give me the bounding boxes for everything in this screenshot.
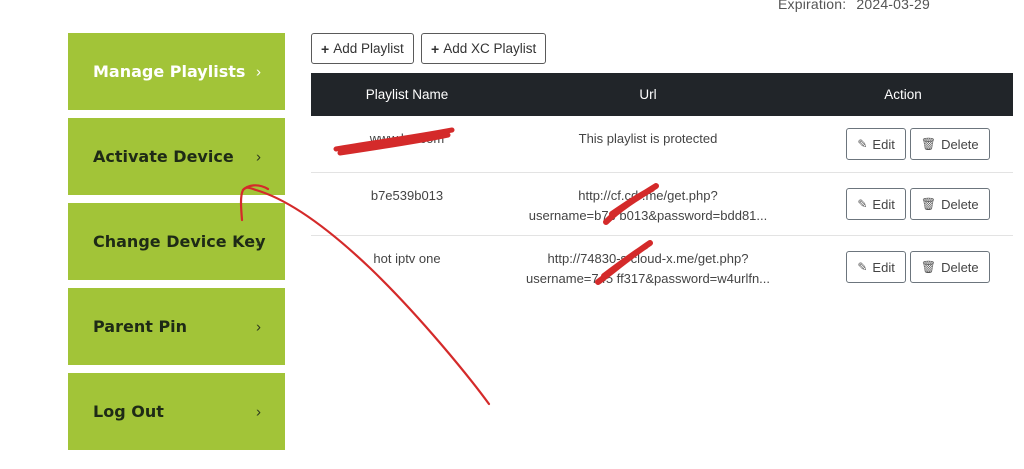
chevron-right-icon: › xyxy=(256,148,261,165)
expiration-label: Expiration: xyxy=(778,0,847,12)
playlist-url: http://cf.cd .me/get.php? username=b7e b… xyxy=(503,173,793,235)
sidebar-item-change-device-key[interactable]: Change Device Key › xyxy=(68,203,285,280)
playlist-url: This playlist is protected xyxy=(503,116,793,172)
playlist-name: hot iptv one xyxy=(373,251,441,266)
expiration-info: Expiration: 2024-03-29 xyxy=(778,0,930,12)
edit-icon: ✎ xyxy=(857,137,868,151)
edit-icon: ✎ xyxy=(857,197,868,211)
delete-button[interactable]: 🗑 Delete xyxy=(909,128,990,160)
sidebar-item-label: Parent Pin xyxy=(93,317,188,336)
playlist-name: www.br .com xyxy=(369,131,445,146)
add-xc-playlist-button[interactable]: + Add XC Playlist xyxy=(421,33,547,64)
delete-button[interactable]: 🗑 Delete xyxy=(909,251,990,283)
sidebar-item-parent-pin[interactable]: Parent Pin › xyxy=(68,288,285,365)
column-header-url: Url xyxy=(639,87,657,102)
expiration-value: 2024-03-29 xyxy=(856,0,930,12)
table-row: hot iptv one http://74830-s cloud-x.me/g… xyxy=(311,236,1013,298)
playlist-table: Playlist Name Url Action www.br .com Thi… xyxy=(311,73,1013,298)
edit-label: Edit xyxy=(872,196,895,212)
edit-button[interactable]: ✎ Edit xyxy=(846,128,906,160)
trash-icon: 🗑 xyxy=(920,260,937,274)
plus-icon: + xyxy=(321,40,330,57)
row-actions: ✎ Edit 🗑 Delete xyxy=(793,236,1013,298)
delete-label: Delete xyxy=(941,136,979,152)
sidebar-item-label: Manage Playlists xyxy=(93,62,246,81)
edit-button[interactable]: ✎ Edit xyxy=(846,188,906,220)
playlist-url: http://74830-s cloud-x.me/get.php? usern… xyxy=(503,236,793,298)
sidebar-item-label: Activate Device xyxy=(93,147,234,166)
url-line-1: This playlist is protected xyxy=(578,131,718,146)
url-line-2: username=b7e b013&password=bdd81... xyxy=(528,208,768,223)
add-playlist-label: Add Playlist xyxy=(333,41,404,56)
sidebar-item-log-out[interactable]: Log Out › xyxy=(68,373,285,450)
column-header-name: Playlist Name xyxy=(365,87,449,102)
delete-label: Delete xyxy=(941,259,979,275)
delete-button[interactable]: 🗑 Delete xyxy=(909,188,990,220)
add-playlist-button[interactable]: + Add Playlist xyxy=(311,33,414,64)
row-actions: ✎ Edit 🗑 Delete xyxy=(793,173,1013,235)
chevron-right-icon: › xyxy=(256,233,261,250)
edit-label: Edit xyxy=(872,136,895,152)
url-line-1: http://cf.cd .me/get.php? xyxy=(578,188,718,203)
edit-label: Edit xyxy=(872,259,895,275)
table-row: b7e539b013 http://cf.cd .me/get.php? use… xyxy=(311,173,1013,236)
url-line-1: http://74830-s cloud-x.me/get.php? xyxy=(547,251,749,266)
table-row: www.br .com This playlist is protected ✎… xyxy=(311,116,1013,173)
sidebar-item-label: Change Device Key xyxy=(93,232,266,251)
url-line-2: username=745 ff317&password=w4urlfn... xyxy=(525,271,771,286)
sidebar-item-label: Log Out xyxy=(93,402,164,421)
sidebar-item-activate-device[interactable]: Activate Device › xyxy=(68,118,285,195)
trash-icon: 🗑 xyxy=(920,137,937,151)
add-xc-playlist-label: Add XC Playlist xyxy=(443,41,537,56)
column-header-action: Action xyxy=(884,87,922,102)
edit-icon: ✎ xyxy=(857,260,868,274)
row-actions: ✎ Edit 🗑 Delete xyxy=(793,116,1013,172)
trash-icon: 🗑 xyxy=(920,197,937,211)
chevron-right-icon: › xyxy=(256,403,261,420)
chevron-right-icon: › xyxy=(256,318,261,335)
sidebar-item-manage-playlists[interactable]: Manage Playlists › xyxy=(68,33,285,110)
chevron-right-icon: › xyxy=(256,63,261,80)
edit-button[interactable]: ✎ Edit xyxy=(846,251,906,283)
table-header: Playlist Name Url Action xyxy=(311,73,1013,116)
playlist-name: b7e539b013 xyxy=(370,188,444,203)
delete-label: Delete xyxy=(941,196,979,212)
plus-icon: + xyxy=(431,40,440,57)
